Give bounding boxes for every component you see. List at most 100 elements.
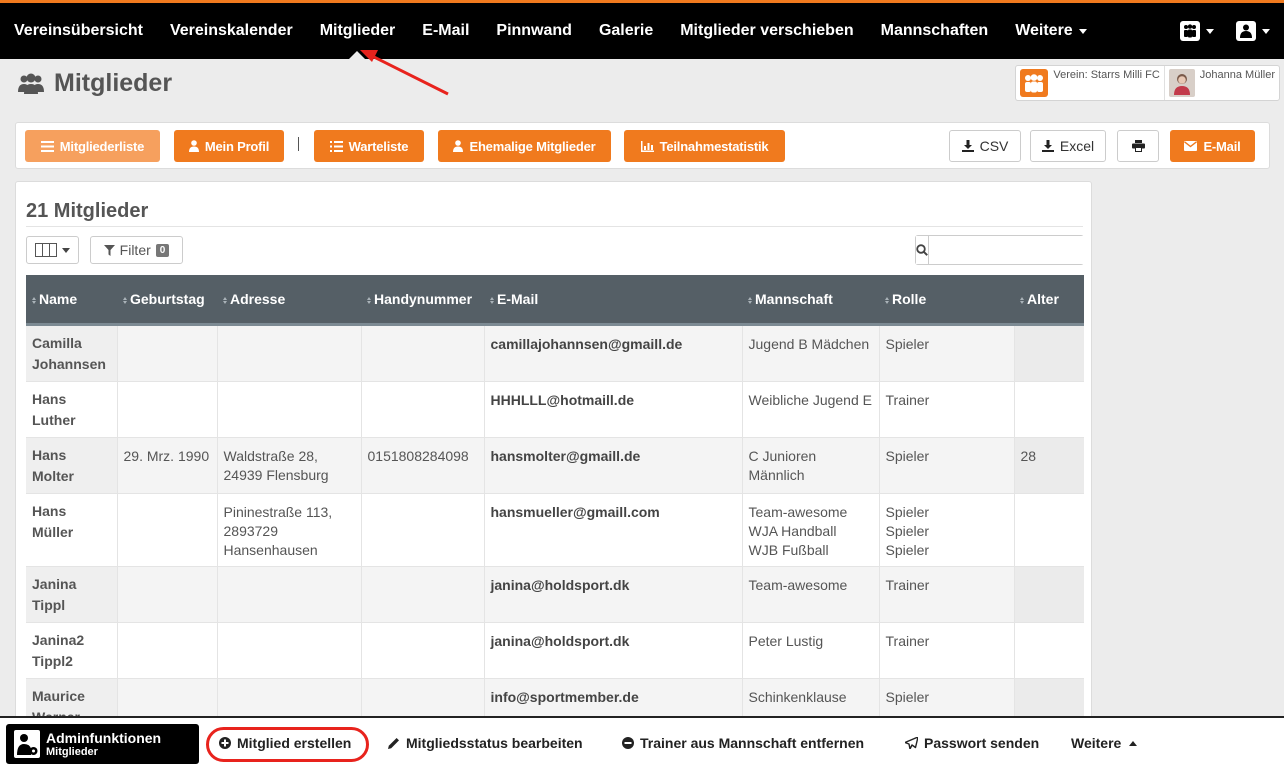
member-name-cell[interactable]: Camilla Johannsen bbox=[26, 324, 118, 382]
cell-line: Weibliche Jugend E bbox=[748, 391, 872, 408]
nav-item-vereinsübersicht[interactable]: Vereinsübersicht bbox=[0, 3, 156, 59]
email-cell[interactable]: camillajohannsen@gmaill.de bbox=[484, 324, 743, 382]
send-password-button[interactable]: Passwort senden bbox=[905, 718, 1039, 768]
paper-plane-icon bbox=[905, 737, 918, 749]
club-selector[interactable]: Verein: Starrs Milli FC bbox=[1016, 66, 1163, 100]
email-members-button[interactable]: E-Mail bbox=[1170, 130, 1255, 162]
nav-item-weitere[interactable]: Weitere bbox=[1002, 3, 1101, 59]
waiting-list-label: Warteliste bbox=[348, 138, 409, 154]
table-row[interactable]: Maurice Werner info@sportmember.de Schinken… bbox=[26, 678, 1084, 720]
members-icon bbox=[18, 73, 44, 94]
table-row[interactable]: Hans Molter 29. Mrz. 1990 Waldstraße 28, 249… bbox=[26, 437, 1084, 494]
sort-icon bbox=[223, 296, 227, 304]
edit-status-label: Mitgliedsstatus bearbeiten bbox=[406, 735, 583, 751]
column-header-e-mail[interactable]: E-Mail bbox=[484, 275, 742, 326]
member-name-cell[interactable]: Maurice Werner bbox=[26, 678, 118, 720]
team-icon bbox=[1180, 21, 1200, 41]
member-name-cell[interactable]: Hans Luther bbox=[26, 381, 118, 438]
cell-line: Müller bbox=[32, 523, 74, 540]
cell-line: Peter Lustig bbox=[748, 632, 824, 649]
attendance-stats-button[interactable]: Teilnahmestatistik bbox=[624, 130, 785, 162]
column-header-handynummer[interactable]: Handynummer bbox=[361, 275, 484, 326]
column-header-alter[interactable]: Alter bbox=[1014, 275, 1084, 326]
member-name-cell[interactable]: Hans Müller bbox=[26, 493, 118, 567]
table-header-row: Name Geburtstag Adresse Handynummer E-Mail Ma… bbox=[26, 275, 1084, 326]
cell-line: WJA Handball bbox=[748, 522, 837, 539]
filter-label: Filter bbox=[119, 242, 151, 258]
nav-item-label: Vereinskalender bbox=[169, 22, 293, 39]
column-toggle-button[interactable] bbox=[26, 236, 79, 264]
nav-item-galerie[interactable]: Galerie bbox=[585, 3, 666, 59]
ordered-list-icon bbox=[329, 140, 343, 152]
my-profile-button[interactable]: Mein Profil bbox=[174, 130, 284, 162]
former-members-button[interactable]: Ehemalige Mitglieder bbox=[438, 130, 611, 162]
chevron-down-icon bbox=[1262, 28, 1270, 34]
birthday-cell bbox=[117, 566, 218, 623]
member-name-cell[interactable]: Janina2 Tippl2 bbox=[26, 622, 118, 679]
phone-cell: 0151808284098 bbox=[361, 437, 485, 494]
email-cell[interactable]: hansmolter@gmaill.de bbox=[484, 437, 743, 494]
email-cell[interactable]: janina@holdsport.dk bbox=[484, 566, 743, 623]
table-row[interactable]: Janina Tippl janina@holdsport.dk Team-aweso… bbox=[26, 566, 1084, 623]
birthday-cell: 29. Mrz. 1990 bbox=[117, 437, 218, 494]
table-row[interactable]: Janina2 Tippl2 janina@holdsport.dk Peter Lu… bbox=[26, 622, 1084, 679]
column-header-rolle[interactable]: Rolle bbox=[879, 275, 1014, 326]
user-menu-button[interactable] bbox=[1236, 21, 1270, 41]
nav-item-mitglieder-verschieben[interactable]: Mitglieder verschieben bbox=[667, 3, 867, 59]
email-cell[interactable]: hansmueller@gmaill.com bbox=[484, 493, 743, 567]
column-header-label: Alter bbox=[1027, 290, 1059, 307]
column-header-name[interactable]: Name bbox=[26, 275, 117, 326]
my-profile-label: Mein Profil bbox=[204, 138, 270, 154]
column-header-label: Geburtstag bbox=[130, 290, 205, 307]
waiting-list-button[interactable]: Warteliste bbox=[314, 130, 424, 162]
team-menu-button[interactable] bbox=[1180, 21, 1214, 41]
email-cell[interactable]: janina@holdsport.dk bbox=[484, 622, 743, 679]
table-row[interactable]: Hans Müller Pininestraße 113, 2893729 Hansen… bbox=[26, 493, 1084, 567]
email-cell[interactable]: HHHLLL@hotmaill.de bbox=[484, 381, 743, 438]
table-row[interactable]: Camilla Johannsen camillajohannsen@gmaill.… bbox=[26, 324, 1084, 382]
member-list-button[interactable]: Mitgliederliste bbox=[25, 130, 160, 162]
column-header-mannschaft[interactable]: Mannschaft bbox=[742, 275, 879, 326]
nav-item-label: Galerie bbox=[598, 22, 654, 39]
nav-item-mannschaften[interactable]: Mannschaften bbox=[867, 3, 1002, 59]
search-input[interactable] bbox=[929, 236, 1091, 264]
divider bbox=[26, 226, 1083, 227]
cell-line: Hans bbox=[32, 502, 67, 519]
email-cell[interactable]: info@sportmember.de bbox=[484, 678, 743, 720]
nav-item-label: Pinnwand bbox=[496, 22, 572, 39]
csv-export-button[interactable]: CSV bbox=[949, 130, 1021, 162]
birthday-cell bbox=[117, 381, 218, 438]
cell-line: Team-awesome bbox=[748, 503, 848, 520]
more-admin-button[interactable]: Weitere bbox=[1071, 718, 1138, 768]
admin-user-icon bbox=[14, 730, 40, 758]
column-header-adresse[interactable]: Adresse bbox=[217, 275, 361, 326]
club-label: Verein: Starrs Milli FC bbox=[1053, 69, 1160, 81]
download-icon bbox=[961, 140, 974, 152]
page-title: Mitglieder bbox=[18, 69, 172, 98]
user-selector[interactable]: Johanna Müller bbox=[1163, 66, 1279, 100]
nav-item-label: E-Mail bbox=[422, 22, 470, 39]
toolbar-separator bbox=[298, 137, 299, 151]
column-header-geburtstag[interactable]: Geburtstag bbox=[117, 275, 217, 326]
filter-button[interactable]: Filter 0 bbox=[90, 236, 183, 264]
nav-item-pinnwand[interactable]: Pinnwand bbox=[483, 3, 586, 59]
nav-item-mitglieder[interactable]: Mitglieder bbox=[306, 3, 409, 59]
sort-icon bbox=[123, 296, 127, 304]
print-button[interactable] bbox=[1117, 130, 1159, 162]
nav-item-label: Mitglieder verschieben bbox=[680, 22, 854, 39]
member-name-cell[interactable]: Hans Molter bbox=[26, 437, 118, 494]
nav-item-e-mail[interactable]: E-Mail bbox=[409, 3, 483, 59]
age-cell bbox=[1014, 493, 1084, 567]
table-row[interactable]: Hans Luther HHHLLL@hotmaill.de Weibliche Ju… bbox=[26, 381, 1084, 438]
cell-line: Trainer bbox=[885, 632, 930, 649]
cell-line: Luther bbox=[32, 411, 76, 428]
nav-item-label: Mannschaften bbox=[880, 22, 989, 39]
member-name-cell[interactable]: Janina Tippl bbox=[26, 566, 118, 623]
admin-functions-box[interactable]: Adminfunktionen Mitglieder bbox=[6, 724, 199, 764]
excel-export-button[interactable]: Excel bbox=[1030, 130, 1106, 162]
nav-item-vereinskalender[interactable]: Vereinskalender bbox=[156, 3, 306, 59]
remove-trainer-button[interactable]: Trainer aus Mannschaft entfernen bbox=[622, 718, 864, 768]
cell-line: Hans bbox=[32, 446, 67, 463]
former-members-label: Ehemalige Mitglieder bbox=[469, 138, 596, 154]
edit-member-status-button[interactable]: Mitgliedsstatus bearbeiten bbox=[388, 718, 583, 768]
